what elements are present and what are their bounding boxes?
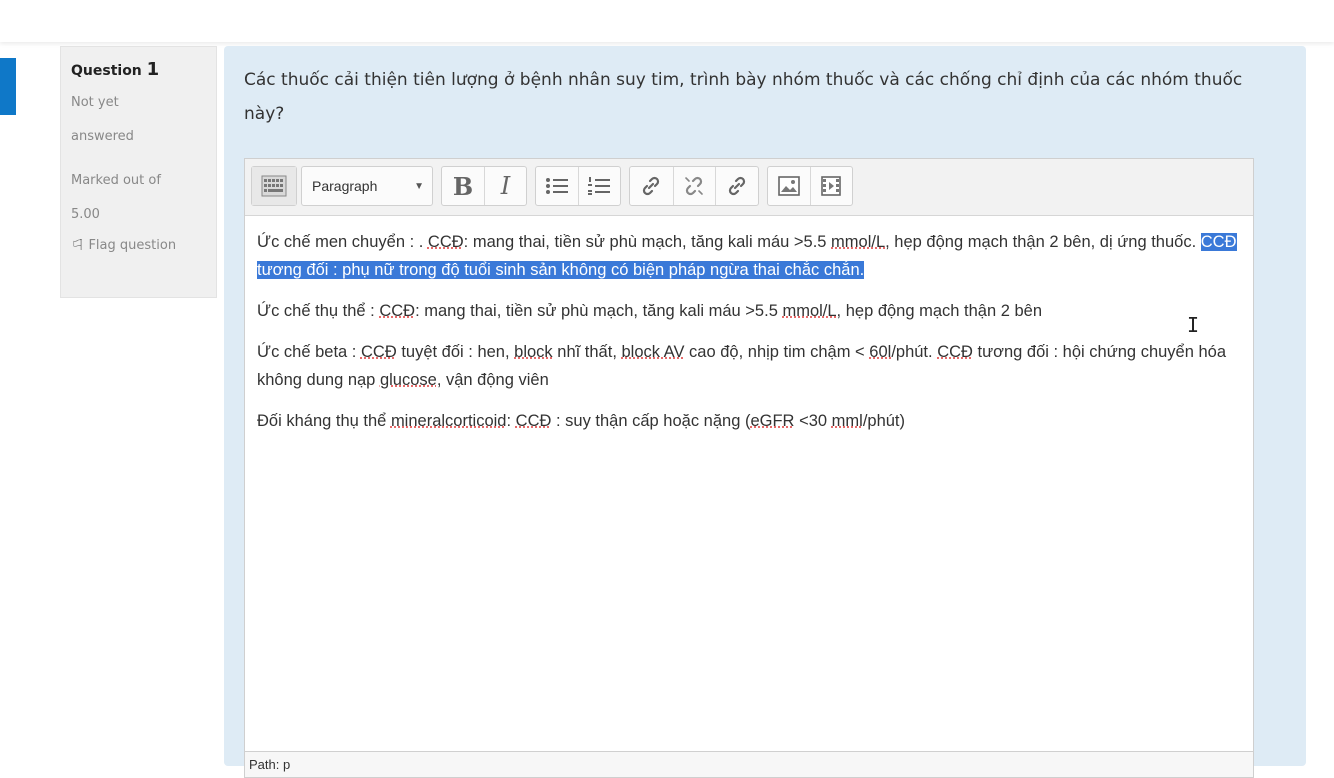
answer-editor: Paragraph ▼ B I Ức chế men chuyển: . CC… [244,158,1254,778]
flag-icon: ⚐ [71,236,85,254]
toolbar-group-lists [535,166,621,206]
bullet-list-icon[interactable] [536,167,578,205]
flag-question-label: Flag question [88,237,177,253]
toolbar-group-kitchen [251,166,297,206]
left-accent-tab[interactable] [0,58,16,115]
state-line-1: Not yet [71,95,119,110]
paragraph-format-label: Paragraph [312,178,378,194]
question-label: Question [71,63,142,79]
link-manage-icon[interactable] [715,167,758,205]
italic-button[interactable]: I [483,167,526,205]
paragraph-format-select[interactable]: Paragraph ▼ [302,167,432,205]
flag-question-link[interactable]: ⚐ Flag question [71,236,206,254]
question-info-panel: Question 1 Not yet answered Marked out o… [60,46,217,298]
state-line-2: answered [71,129,134,144]
image-icon[interactable] [768,167,810,205]
answer-paragraph-4: Đối kháng thụ thể mineralcorticoid: CCĐ … [257,412,906,430]
link-icon[interactable] [630,167,673,205]
keyboard-icon[interactable] [252,167,296,205]
editor-content-area[interactable]: Ức chế men chuyển : . CCĐ: mang thai, ti… [245,216,1253,435]
toolbar-group-style: B I [441,166,527,206]
numbered-list-icon[interactable] [577,167,620,205]
answer-paragraph-3: Ức chế beta : CCĐ tuyệt đối : hen, block… [257,343,1227,389]
question-number: 1 [146,59,160,80]
toolbar-group-media [767,166,853,206]
text-cursor-icon: I [1187,313,1200,337]
question-text: Các thuốc cải thiện tiên lượng ở bệnh nh… [244,70,1243,124]
media-icon[interactable] [809,167,852,205]
question-mark: Marked out of 5.00 [71,164,206,232]
answer-paragraph-1: Ức chế men chuyển : . CCĐ: mang thai, ti… [257,233,1237,279]
question-state: Not yet answered [71,86,206,154]
chevron-down-icon: ▼ [414,180,424,192]
unlink-icon[interactable] [672,167,716,205]
bold-button[interactable]: B [442,167,484,205]
mark-line-1: Marked out of [71,173,161,188]
editor-toolbar: Paragraph ▼ B I [245,159,1253,216]
top-navbar [0,0,1334,42]
editor-status-path: Path: p [245,751,1253,777]
toolbar-group-links [629,166,759,206]
toolbar-group-format: Paragraph ▼ [301,166,433,206]
mark-line-2: 5.00 [71,207,100,222]
question-content-panel: Các thuốc cải thiện tiên lượng ở bệnh nh… [224,46,1306,778]
answer-paragraph-2: Ức chế thụ thể : CCĐ: mang thai, tiền sử… [257,302,1043,320]
question-heading: Question 1 [71,59,206,80]
